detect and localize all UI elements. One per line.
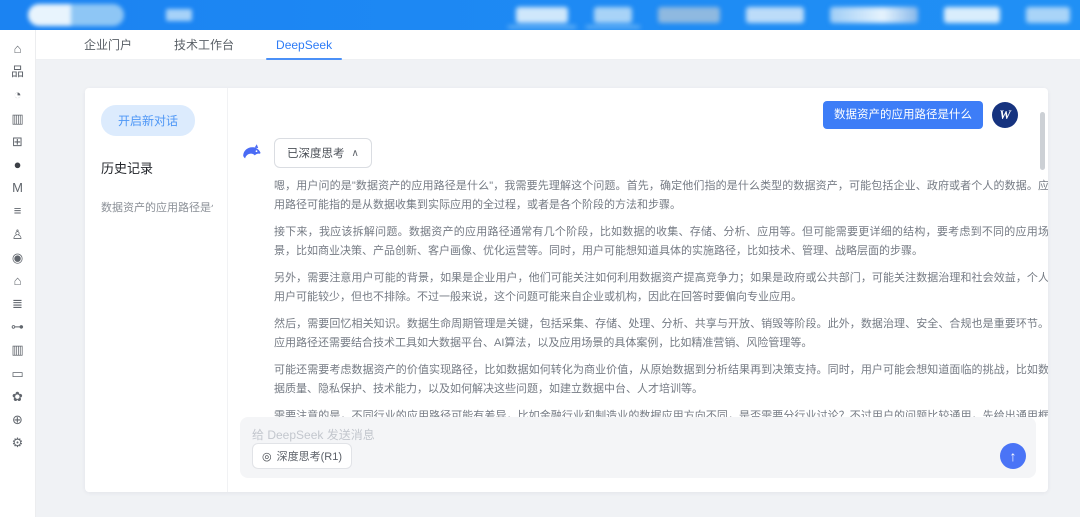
deepseek-whale-icon <box>240 141 264 165</box>
top-nav-item[interactable] <box>944 7 1000 23</box>
sitemap-icon[interactable]: ⊶ <box>9 319 27 334</box>
assistant-row: 已深度思考 ∧ <box>240 138 1030 168</box>
deep-thought-toggle[interactable]: 已深度思考 ∧ <box>274 138 372 168</box>
send-button[interactable]: ↑ <box>1000 443 1026 469</box>
user-message-row: 数据资产的应用路径是什么 W <box>240 101 1030 129</box>
list-icon[interactable]: ≡ <box>9 203 27 218</box>
main-content-area: 开启新对话 历史记录 数据资产的应用路径是什么 数据资产的应用路径是什么 W <box>36 60 1080 517</box>
barcode-2-icon[interactable]: ▥ <box>9 342 27 357</box>
user-message-bubble: 数据资产的应用路径是什么 <box>823 101 983 129</box>
settings-gear-icon[interactable]: ⚙ <box>9 435 27 450</box>
icon-rail-sidebar: ⌂ 品 ◔ ▥ ⊞ ● M ≡ ♙ ◉ ⌂ ≣ ⊶ ▥ ▭ ✿ ⊕ ⚙ <box>0 30 36 517</box>
reasoning-paragraph: 可能还需要考虑数据资产的价值实现路径，比如数据如何转化为商业价值，从原始数据到分… <box>274 361 1048 398</box>
top-nav <box>516 0 1070 30</box>
tab-deepseek[interactable]: DeepSeek <box>262 30 346 60</box>
top-nav-item[interactable] <box>594 7 632 23</box>
shield-icon[interactable]: ◉ <box>9 250 27 265</box>
globe-icon[interactable]: ⊕ <box>9 412 27 427</box>
history-title: 历史记录 <box>101 158 213 177</box>
history-panel: 开启新对话 历史记录 数据资产的应用路径是什么 <box>85 88 227 492</box>
home-2-icon[interactable]: ⌂ <box>9 273 27 288</box>
reasoning-paragraph: 另外，需要注意用户可能的背景，如果是企业用户，他们可能关注如何利用数据资产提高竞… <box>274 269 1048 306</box>
user-avatar: W <box>992 102 1018 128</box>
reasoning-paragraph: 嗯，用户问的是"数据资产的应用路径是什么"，我需要先理解这个问题。首先，确定他们… <box>274 177 1048 214</box>
flower-gear-icon[interactable]: ✿ <box>9 389 27 404</box>
vertical-scrollbar-thumb[interactable] <box>1040 112 1045 170</box>
new-chat-button[interactable]: 开启新对话 <box>101 105 195 136</box>
deepseek-chat-card: 开启新对话 历史记录 数据资产的应用路径是什么 数据资产的应用路径是什么 W <box>85 88 1048 492</box>
top-nav-item[interactable] <box>1026 7 1070 23</box>
history-list-item[interactable]: 数据资产的应用路径是什么 <box>101 199 213 215</box>
collapse-menu-icon[interactable] <box>166 9 192 21</box>
top-app-bar <box>0 0 1080 30</box>
menu-lines-icon[interactable]: ≣ <box>9 296 27 311</box>
org-chart-icon[interactable]: 品 <box>9 64 27 79</box>
top-nav-item[interactable] <box>658 7 720 23</box>
deep-think-r1-button[interactable]: ◎ 深度思考(R1) <box>252 443 352 469</box>
folder-icon[interactable]: ▭ <box>9 366 27 381</box>
chat-column: 数据资产的应用路径是什么 W 已深度思考 ∧ <box>227 88 1048 492</box>
input-placeholder: 给 DeepSeek 发送消息 <box>252 426 1024 443</box>
reasoning-paragraph: 接下来，我应该拆解问题。数据资产的应用路径通常有几个阶段，比如数据的收集、存储、… <box>274 223 1048 260</box>
deep-think-r1-label: 深度思考(R1) <box>277 448 342 464</box>
reasoning-text: 嗯，用户问的是"数据资产的应用路径是什么"，我需要先理解这个问题。首先，确定他们… <box>274 177 1048 417</box>
reasoning-paragraph: 需要注意的是，不同行业的应用路径可能有差异，比如金融行业和制造业的数据应用方向不… <box>274 407 1048 417</box>
app-logo <box>28 4 124 26</box>
user-icon[interactable]: ♙ <box>9 227 27 242</box>
dark-logo-icon[interactable]: ● <box>9 157 27 172</box>
deep-think-icon: ◎ <box>262 450 272 463</box>
home-icon[interactable]: ⌂ <box>9 41 27 56</box>
chevron-up-icon: ∧ <box>352 148 359 159</box>
deep-thought-label: 已深度思考 <box>287 145 345 161</box>
tab-tech-workbench[interactable]: 技术工作台 <box>160 30 248 60</box>
tab-enterprise-portal[interactable]: 企业门户 <box>70 30 146 60</box>
top-nav-item[interactable] <box>746 7 804 23</box>
history-list: 数据资产的应用路径是什么 <box>101 199 213 215</box>
media-card-icon[interactable]: ⊞ <box>9 134 27 149</box>
barcode-icon[interactable]: ▥ <box>9 111 27 126</box>
top-nav-item[interactable] <box>830 7 918 23</box>
arrow-up-icon: ↑ <box>1010 448 1017 464</box>
workspace-tabbar: 企业门户技术工作台 DeepSeek <box>36 30 1080 60</box>
pie-chart-icon[interactable]: ◔ <box>9 87 27 102</box>
letter-m-icon[interactable]: M <box>9 180 27 195</box>
message-scroll-area[interactable]: 数据资产的应用路径是什么 W 已深度思考 ∧ <box>228 88 1048 418</box>
top-nav-item[interactable] <box>516 7 568 23</box>
reasoning-paragraph: 然后，需要回忆相关知识。数据生命周期管理是关键，包括采集、存储、处理、分析、共享… <box>274 315 1048 352</box>
message-input[interactable]: 给 DeepSeek 发送消息 ◎ 深度思考(R1) ↑ <box>240 417 1036 478</box>
